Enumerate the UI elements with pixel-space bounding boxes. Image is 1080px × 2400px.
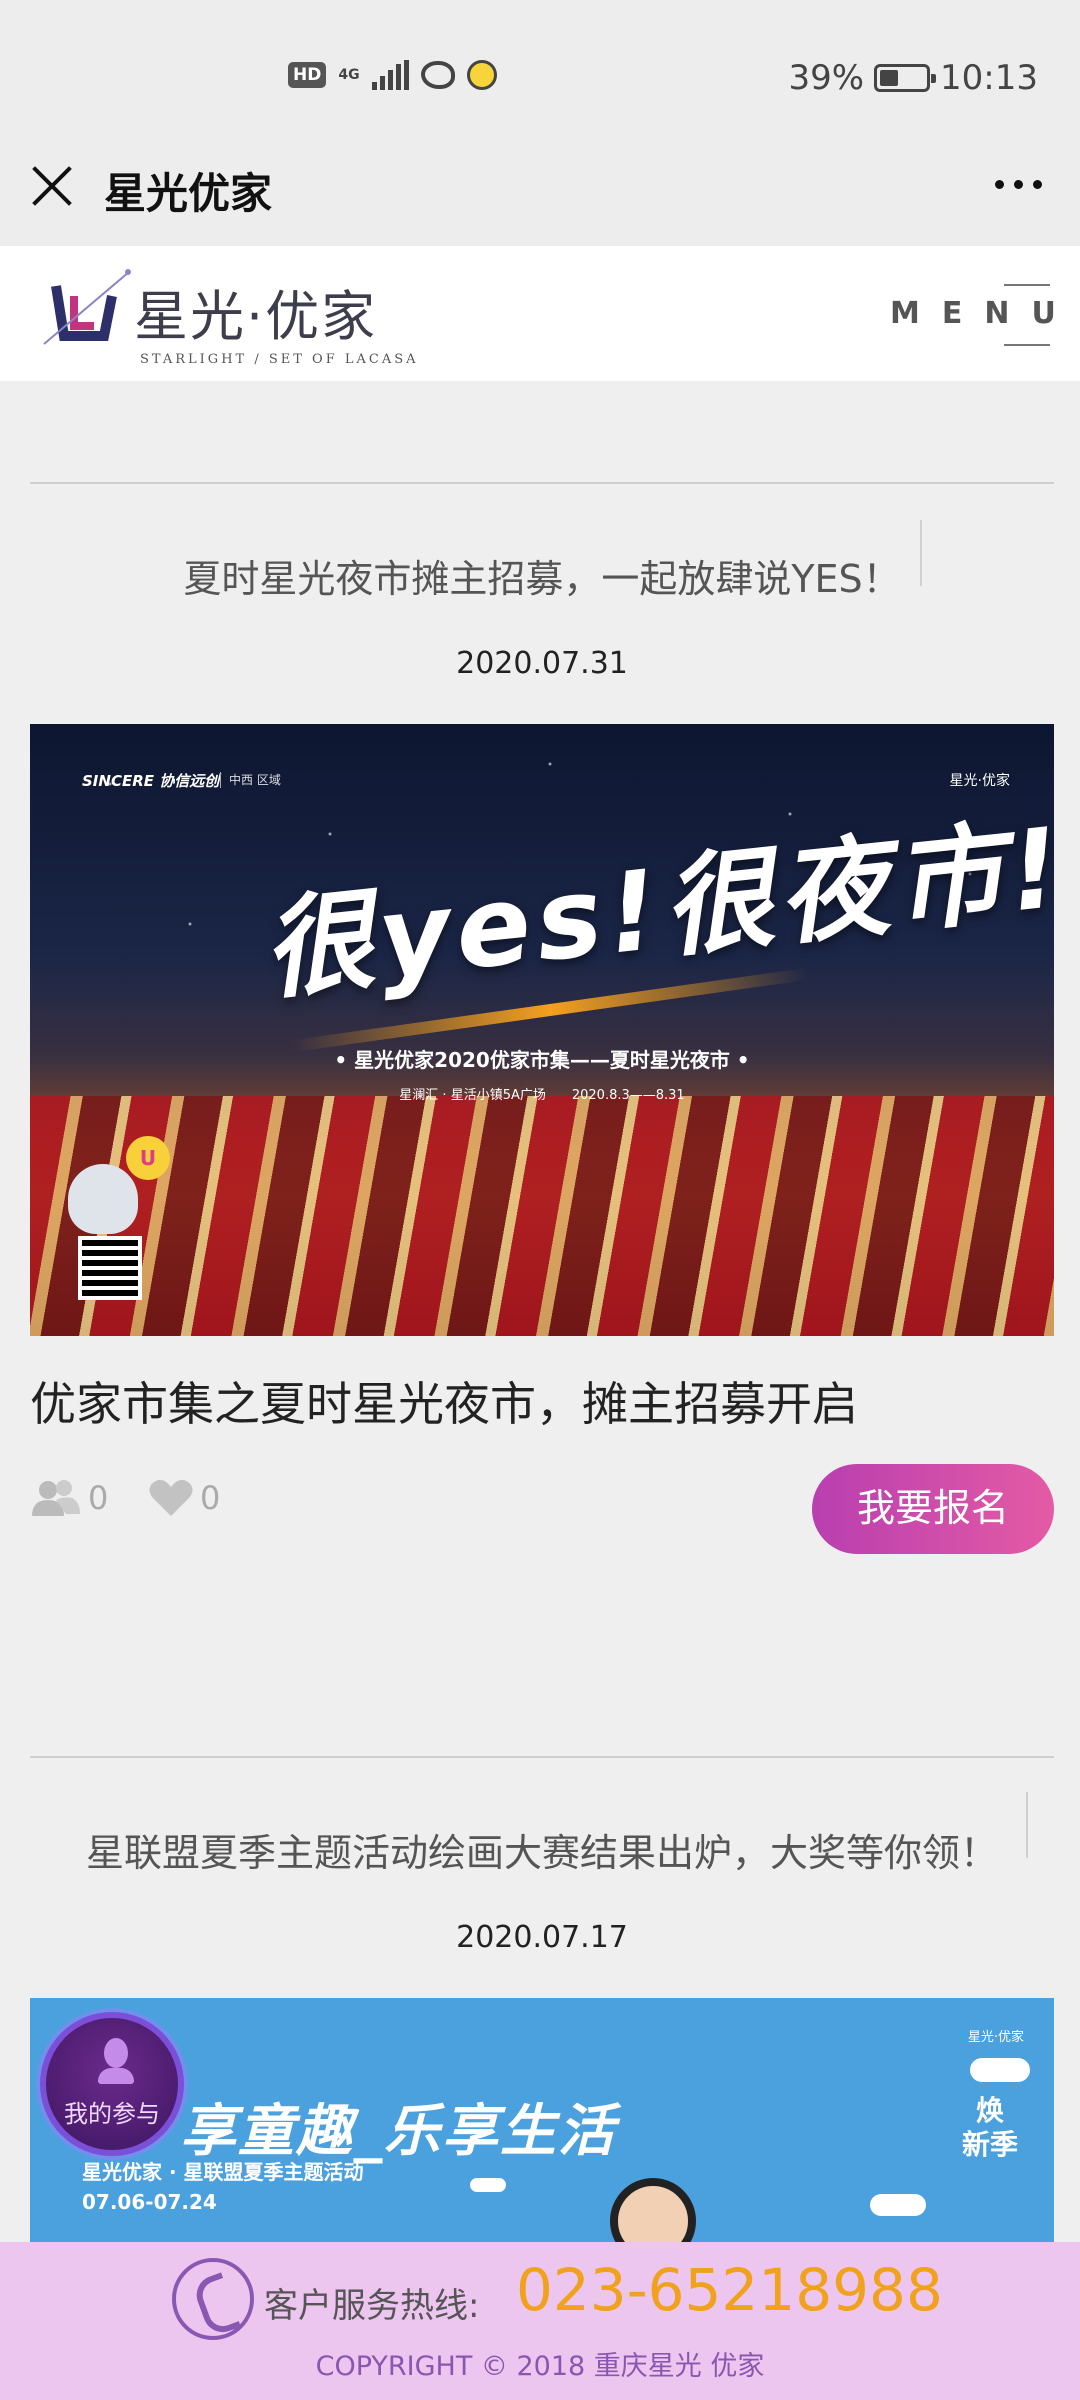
cloud-icon [470, 2178, 506, 2192]
status-right: 39% 10:13 [788, 58, 1038, 98]
footer: 客户服务热线: 023-65218988 COPYRIGHT © 2018 重庆… [0, 2242, 1080, 2400]
logo-text: 星光·优家 [134, 284, 378, 348]
article-title[interactable]: 星联盟夏季主题活动绘画大赛结果出炉，大奖等你领！ [30, 1822, 1054, 1877]
people-icon [32, 1480, 80, 1516]
divider [30, 482, 1054, 484]
hotline-number[interactable]: 023-65218988 [516, 2256, 943, 2324]
hd-icon: HD [288, 62, 327, 88]
menu-button[interactable]: MENU [890, 284, 1056, 346]
banner-info: 星澜汇 · 星活小镇5A广场 2020.8.3——8.31 [399, 1088, 685, 1103]
phone-icon[interactable] [172, 2258, 254, 2340]
qr-code-icon [78, 1236, 142, 1300]
article-date: 2020.07.31 [456, 646, 628, 681]
clock: 10:13 [940, 58, 1038, 98]
menu-bracket [1004, 284, 1050, 346]
title-divider [1026, 1792, 1028, 1858]
banner-new-season: 焕 新季 [961, 2094, 1018, 2161]
status-bar: HD 4G 39% 10:13 [0, 0, 1080, 150]
copyright: COPYRIGHT © 2018 重庆星光 优家 [315, 2351, 765, 2382]
participants-count: 0 [88, 1479, 109, 1517]
logo-subtext: STARLIGHT / SET OF LACASA [140, 352, 419, 367]
my-participation-label: 我的参与 [64, 2100, 160, 2128]
more-options-icon[interactable] [995, 180, 1042, 189]
site-header: 星光·优家 STARLIGHT / SET OF LACASA MENU [0, 246, 1080, 381]
banner-region: 中西 区域 [220, 772, 281, 788]
likes-count: 0 [200, 1479, 221, 1517]
banner-market [30, 1096, 1054, 1336]
heart-icon [149, 1479, 193, 1516]
banner-logo: 星光·优家 [967, 2030, 1024, 2045]
person-icon [98, 2038, 134, 2084]
cloud-icon [870, 2194, 926, 2216]
article-title[interactable]: 夏时星光夜市摊主招募，一起放肆说YES！ [30, 548, 1054, 603]
page-title: 星光优家 [104, 169, 273, 218]
article-name[interactable]: 优家市集之夏时星光夜市，摊主招募开启 [30, 1368, 858, 1434]
article-date: 2020.07.17 [456, 1920, 628, 1955]
mascot-icon [68, 1164, 138, 1234]
banner-brand: SINCERE 协信远创 [82, 772, 220, 790]
signup-button[interactable]: 我要报名 [812, 1464, 1054, 1554]
title-bar: 星光优家 [0, 140, 1080, 246]
banner-dates: 07.06-07.24 [82, 2190, 217, 2214]
banner-subtitle: • 星光优家2020优家市集——夏时星光夜市 • [334, 1048, 750, 1072]
participants-stat: 0 [30, 1478, 108, 1518]
article-banner[interactable]: SINCERE 协信远创 中西 区域 星光·优家 很yes!很夜市! • 星光优… [30, 724, 1054, 1336]
battery-icon [874, 64, 937, 92]
emoji-icon [466, 60, 497, 90]
site-logo[interactable]: 星光·优家 STARLIGHT / SET OF LACASA [34, 266, 416, 367]
network-type: 4G [338, 67, 360, 83]
close-icon[interactable] [30, 164, 74, 208]
my-participation-button[interactable]: 我的参与 [40, 2012, 184, 2156]
banner-title: 享童趣_乐享生活 [180, 2099, 616, 2164]
battery-percent: 39% [788, 58, 865, 98]
divider [30, 1756, 1054, 1758]
signal-icon [371, 60, 409, 90]
banner-subtitle: 星光优家 · 星联盟夏季主题活动 [82, 2160, 364, 2184]
weibo-icon [420, 61, 455, 89]
status-icons: HD 4G [288, 60, 497, 90]
logo-mark-icon [43, 269, 131, 345]
cloud-icon [970, 2058, 1030, 2082]
hotline-label: 客户服务热线: [264, 2286, 480, 2326]
likes-stat[interactable]: 0 [148, 1478, 220, 1518]
title-divider [920, 520, 922, 586]
banner-badge: U [126, 1136, 170, 1180]
